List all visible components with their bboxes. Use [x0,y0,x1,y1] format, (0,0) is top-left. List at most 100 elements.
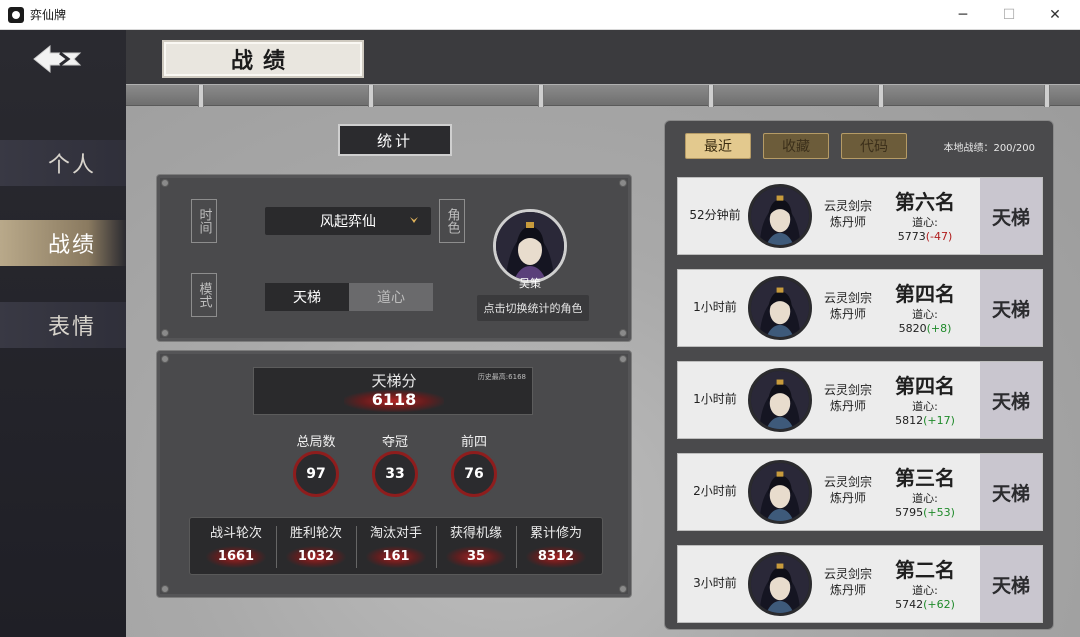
record-dao: 5812(+17) [884,414,966,427]
app-icon [8,6,24,23]
role-avatar[interactable] [493,209,567,283]
record-dao-label: 道心: [912,308,938,321]
stat-eliminations: 淘汰对手 161 [356,518,436,576]
character-portrait [751,187,809,245]
record-dao-delta: (+8) [926,322,952,335]
record-dao-delta: (-47) [925,230,953,243]
record-sect: 云灵剑宗 炼丹师 [818,198,878,230]
record-role: 炼丹师 [829,215,866,229]
role-label: 角色 [439,199,465,243]
record-dao-value: 5820 [898,322,927,335]
record-rank: 第三名 [895,466,955,490]
character-portrait [751,371,809,429]
sidebar-item-label: 战绩 [48,233,97,258]
record-dao-delta: (+53) [923,506,955,519]
stat-battle-rounds: 战斗轮次 1661 [196,518,276,576]
record-row[interactable]: 2小时前 云灵剑宗 炼丹师 第三名 道心: 5795(+53) 天梯 [677,453,1043,531]
record-sect-name: 云灵剑宗 [823,291,872,305]
stat-win-rounds: 胜利轮次 1032 [276,518,356,576]
record-dao-label: 道心: [912,216,938,229]
tab-favorites[interactable]: 收藏 [763,133,829,159]
stat-label: 获得机缘 [449,526,502,541]
rivet [161,585,169,593]
time-select[interactable]: 风起弈仙 [265,207,431,235]
record-sect-name: 云灵剑宗 [823,199,872,213]
local-records-count: 本地战绩：200/200 [943,143,1035,154]
tab-code[interactable]: 代码 [841,133,907,159]
sidebar-item-personal[interactable]: 个人 [0,140,126,186]
stat-value: 1032 [286,546,346,568]
stat-opportunities: 获得机缘 35 [436,518,516,576]
sidebar: 个人 战绩 表情 [0,30,126,637]
rivet [161,355,169,363]
record-dao: 5795(+53) [884,506,966,519]
chevron-down-icon [410,217,418,223]
record-time: 3小时前 [693,576,737,590]
window-title: 弈仙牌 [30,8,67,22]
main-area: 战绩 统计 时间 风起弈仙 模式 天梯 道心 角色 吴策 点击切换统计的角色 天… [126,30,1080,637]
record-row[interactable]: 52分钟前 云灵剑宗 炼丹师 第六名 道心: 5773(-47) 天梯 [677,177,1043,255]
record-dao: 5820(+8) [884,322,966,335]
record-role: 炼丹师 [829,399,866,413]
stat-label-games: 总局数 [296,435,336,450]
stat-label-wins: 夺冠 [381,435,408,450]
sidebar-item-emote[interactable]: 表情 [0,302,126,348]
record-avatar [748,276,812,340]
record-dao-delta: (+62) [923,598,955,611]
stat-label: 战斗轮次 [209,526,262,541]
sidebar-item-record[interactable]: 战绩 [0,220,126,266]
ladder-score-box: 天梯分 历史最高:6168 6118 [253,367,533,415]
record-row[interactable]: 3小时前 云灵剑宗 炼丹师 第二名 道心: 5742(+62) 天梯 [677,545,1043,623]
history-panel: 最近 收藏 代码 本地战绩：200/200 52分钟前 云灵剑宗 炼丹师 第六名… [664,120,1054,630]
page-title: 战绩 [162,40,364,78]
stat-label: 淘汰对手 [369,526,422,541]
character-portrait [751,463,809,521]
rivet [619,329,627,337]
stat-value: 161 [366,546,426,568]
stat-label: 累计修为 [529,526,582,541]
record-avatar [748,368,812,432]
record-sect: 云灵剑宗 炼丹师 [818,566,878,598]
record-avatar [748,552,812,616]
sidebar-item-label: 表情 [48,315,97,340]
record-time: 2小时前 [693,484,737,498]
rivet [161,179,169,187]
stat-value-games: 97 [293,451,339,497]
record-avatar [748,184,812,248]
close-button[interactable]: ✕ [1032,0,1078,30]
character-portrait [751,555,809,613]
record-time: 1小时前 [693,300,737,314]
record-sect: 云灵剑宗 炼丹师 [818,382,878,414]
rail-joint [708,85,714,107]
decorative-rail [126,84,1080,107]
rail-joint [198,85,204,107]
record-sect: 云灵剑宗 炼丹师 [818,474,878,506]
record-avatar [748,460,812,524]
record-row[interactable]: 1小时前 云灵剑宗 炼丹师 第四名 道心: 5820(+8) 天梯 [677,269,1043,347]
record-rank: 第六名 [895,190,955,214]
back-button[interactable] [30,42,84,76]
record-mode: 天梯 [980,546,1042,622]
rail-joint [538,85,544,107]
maximize-button[interactable]: ☐ [986,0,1032,30]
rail-joint [1044,85,1050,107]
time-select-value: 风起弈仙 [320,214,376,230]
record-role: 炼丹师 [829,583,866,597]
tab-recent[interactable]: 最近 [685,133,751,159]
record-sect-name: 云灵剑宗 [823,567,872,581]
record-dao-value: 5742 [895,598,924,611]
record-time: 1小时前 [693,392,737,406]
mode-tab-daoxin[interactable]: 道心 [349,283,433,311]
character-portrait [751,279,809,337]
stat-value-wins: 33 [372,451,418,497]
mode-tab-ladder[interactable]: 天梯 [265,283,349,311]
record-dao: 5742(+62) [884,598,966,611]
time-label-text: 时间 [196,208,212,234]
record-dao: 5773(-47) [884,230,966,243]
record-row[interactable]: 1小时前 云灵剑宗 炼丹师 第四名 道心: 5812(+17) 天梯 [677,361,1043,439]
rivet [161,329,169,337]
minimize-button[interactable]: ─ [940,0,986,30]
stats-bar: 战斗轮次 1661 胜利轮次 1032 淘汰对手 161 获得机缘 35 累计修… [189,517,603,575]
switch-role-button[interactable]: 点击切换统计的角色 [477,295,589,321]
ladder-history-high: 历史最高:6168 [477,373,526,381]
